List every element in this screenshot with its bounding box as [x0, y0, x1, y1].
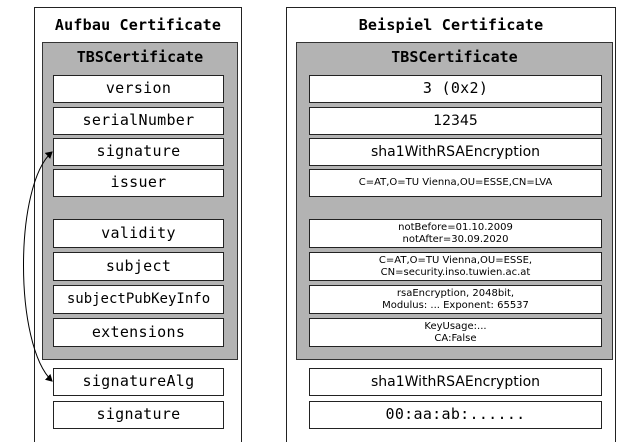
signature-link-arrow	[23, 151, 53, 382]
certificate-diagram: Aufbau Certificate TBSCertificate versio…	[0, 0, 621, 442]
